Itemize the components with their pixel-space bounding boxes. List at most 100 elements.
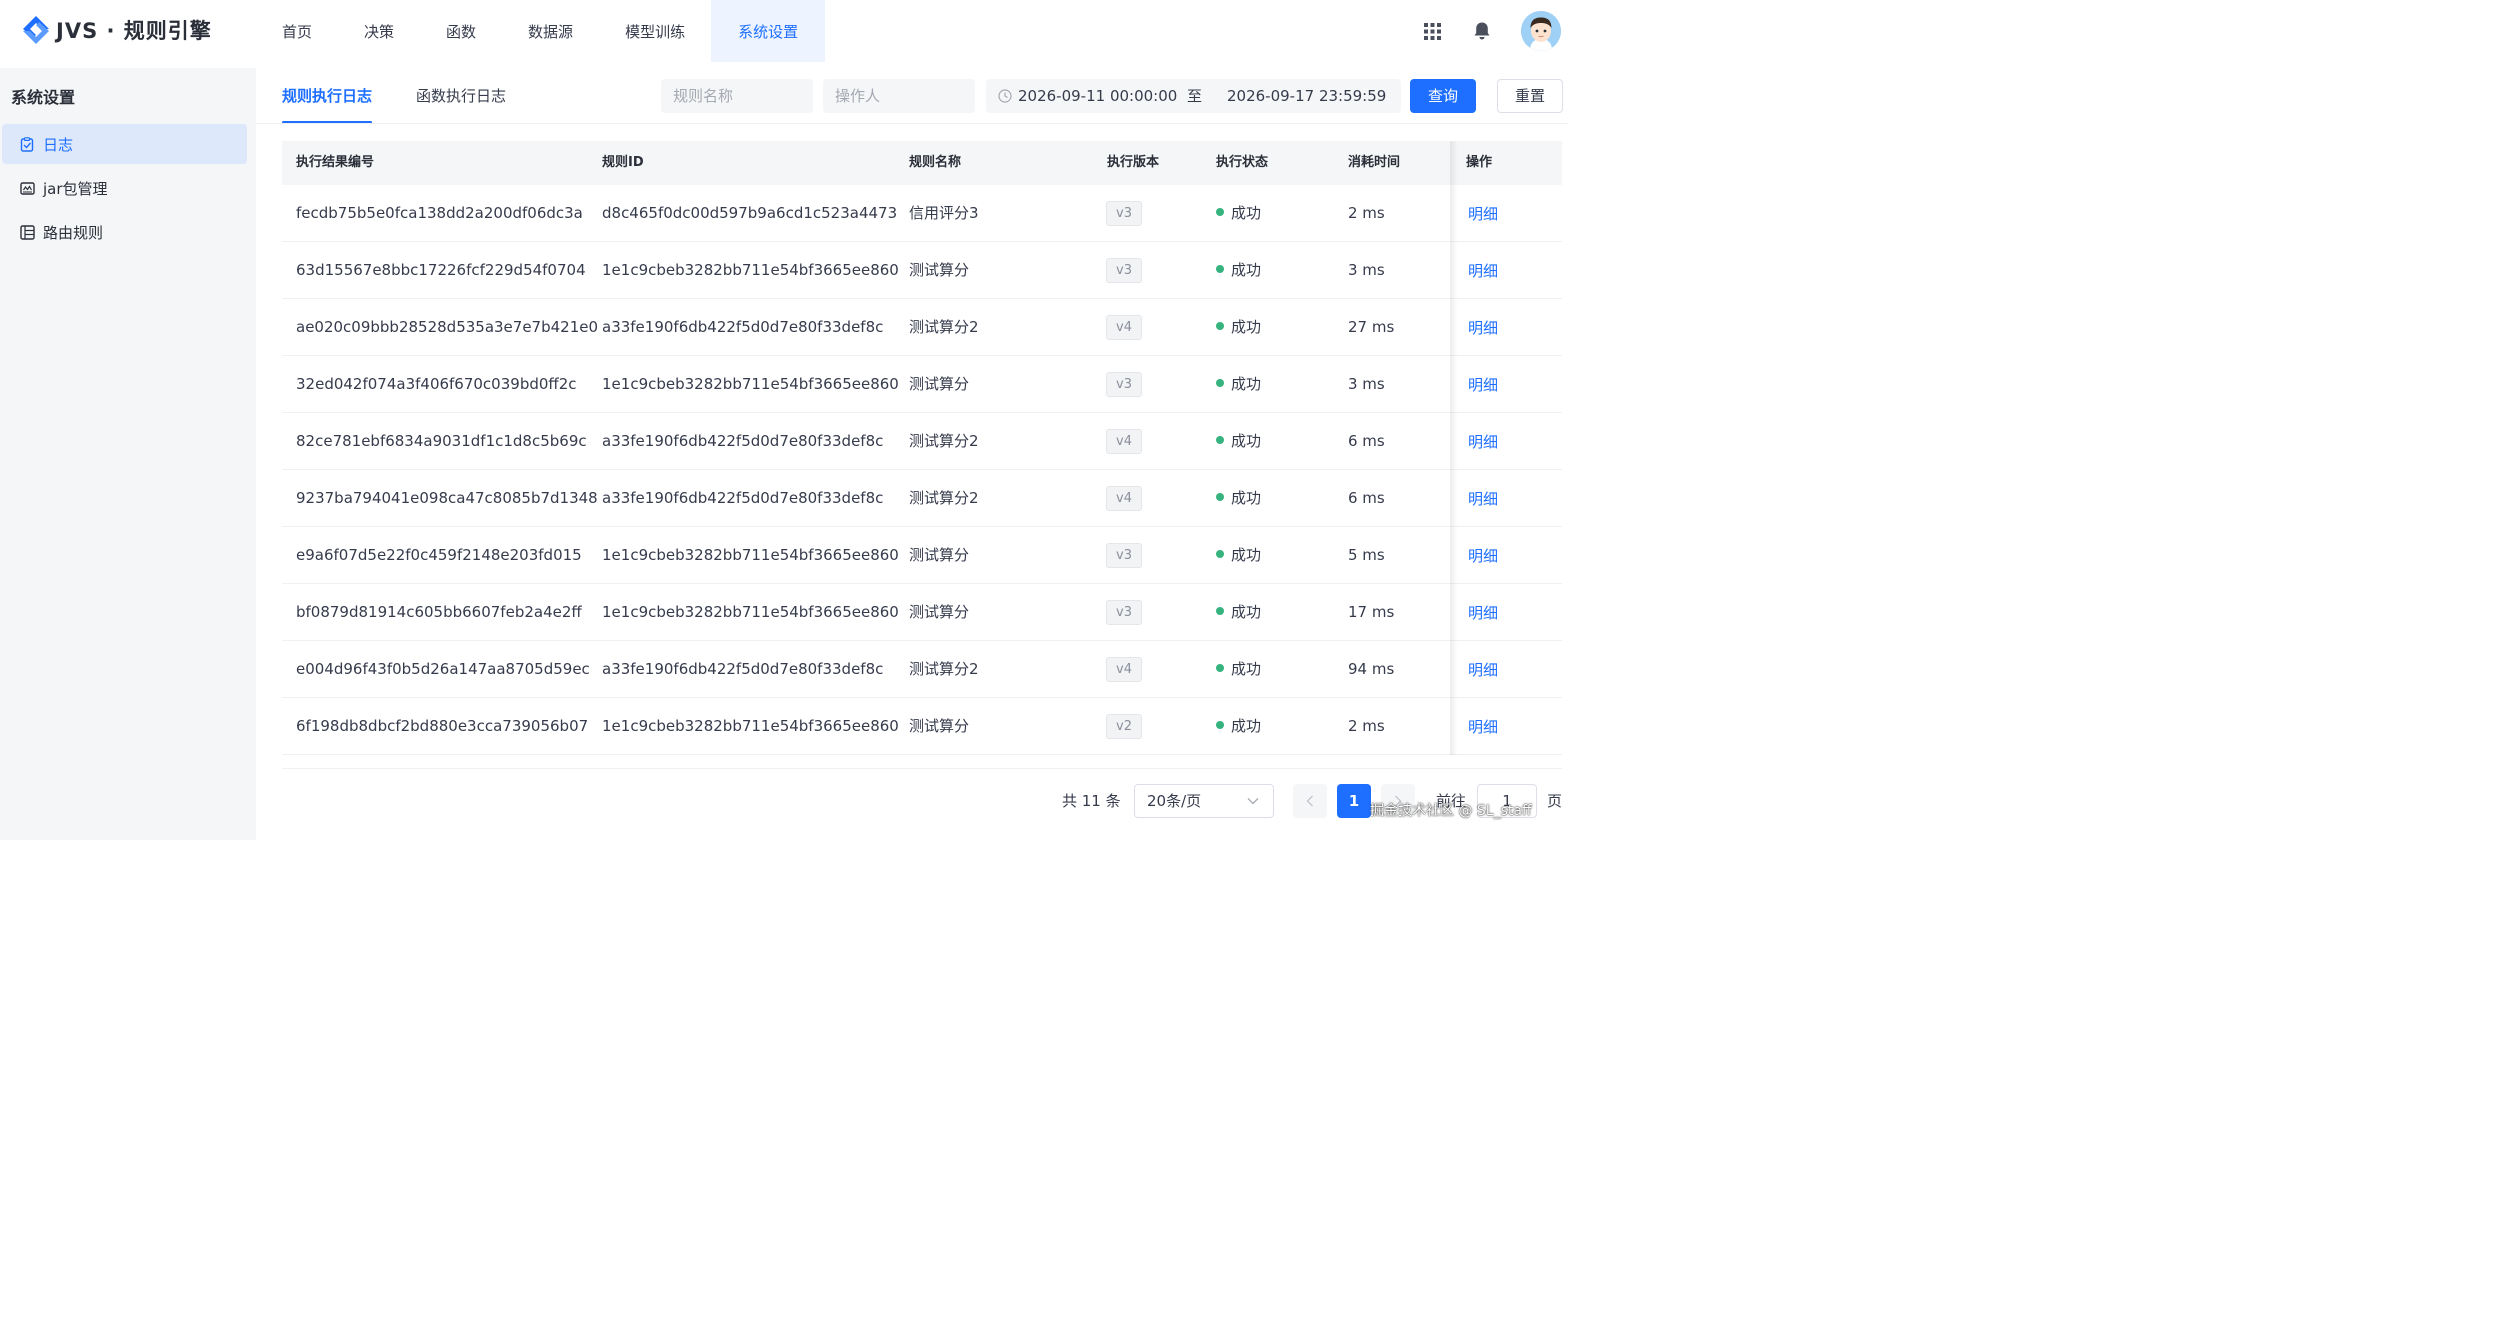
detail-link[interactable]: 明细 [1468,698,1498,754]
date-start[interactable]: 2026-09-11 00:00:00 [1018,79,1177,113]
sidebar-item-route[interactable]: 路由规则 [2,212,247,252]
status-success-dot [1216,322,1224,330]
table-row: 82ce781ebf6834a9031df1c1d8c5b69c a33fe190… [282,413,1562,470]
cell-status: 成功 [1216,698,1261,754]
page-size-select[interactable]: 20条/页 [1134,784,1274,818]
status-text: 成功 [1231,603,1262,621]
detail-link[interactable]: 明细 [1468,584,1498,640]
date-range-picker[interactable]: 2026-09-11 00:00:00 至 2026-09-17 23:59:5… [986,79,1401,113]
logo[interactable]: JVS · 规则引擎 [20,14,212,46]
cell-rule-name: 测试算分 [909,717,970,735]
detail-link[interactable]: 明细 [1468,185,1498,241]
sidebar-item-label: jar包管理 [43,179,108,198]
log-tabs: 规则执行日志 函数执行日志 [282,68,550,124]
sidebar-item-log[interactable]: 日志 [2,124,247,164]
detail-link[interactable]: 明细 [1468,299,1498,355]
cell-cost: 27 ms [1348,318,1395,336]
date-end[interactable]: 2026-09-17 23:59:59 [1227,79,1386,113]
detail-link[interactable]: 明细 [1468,242,1498,298]
cell-cost: 2 ms [1348,204,1385,222]
table-bottom-border [282,768,1562,769]
status-text: 成功 [1231,717,1262,735]
column-header-rule-name: 规则名称 [909,155,962,170]
status-success-dot [1216,721,1224,729]
page-unit-label: 页 [1547,792,1563,810]
detail-link[interactable]: 明细 [1468,356,1498,412]
column-header-status: 执行状态 [1216,155,1269,170]
column-header-action: 操作 [1466,155,1493,170]
top-bar: JVS · 规则引擎 首页 决策 函数 数据源 模型训练 系统设置 [0,0,1568,68]
version-badge: v4 [1106,486,1142,511]
sidebar-title: 系统设置 [11,88,76,107]
main-nav: 首页 决策 函数 数据源 模型训练 系统设置 [256,0,826,62]
cell-result-id: 9237ba794041e098ca47c8085b7d1348 [296,489,598,507]
cell-status: 成功 [1216,413,1261,469]
app-grid-icon[interactable] [1424,23,1441,40]
prev-page-button[interactable] [1293,784,1327,818]
cell-result-id: 6f198db8dbcf2bd880e3cca739056b07 [296,717,589,735]
cell-rule-id: a33fe190f6db422f5d0d7e80f33def8c [602,432,884,450]
route-icon [20,224,35,240]
status-success-dot [1216,208,1224,216]
nav-item-function[interactable]: 函数 [420,0,502,62]
version-badge: v4 [1106,657,1142,682]
column-header-rule-id: 规则ID [602,155,644,170]
status-success-dot [1216,607,1224,615]
cell-status: 成功 [1216,185,1261,241]
sidebar-item-label: 路由规则 [43,223,104,242]
reset-button[interactable]: 重置 [1497,79,1563,113]
cell-cost: 6 ms [1348,489,1385,507]
rule-name-input[interactable]: 规则名称 [661,79,813,113]
nav-item-datasource[interactable]: 数据源 [502,0,599,62]
cell-result-id: fecdb75b5e0fca138dd2a200df06dc3a [296,204,583,222]
chevron-down-icon [1247,798,1259,805]
column-header-result-id: 执行结果编号 [296,155,375,170]
status-text: 成功 [1231,432,1262,450]
column-header-cost: 消耗时间 [1348,155,1401,170]
table-row: e004d96f43f0b5d26a147aa8705d59ec a33fe190… [282,641,1562,698]
version-badge: v3 [1106,372,1142,397]
nav-item-decision[interactable]: 决策 [338,0,420,62]
cell-rule-id: a33fe190f6db422f5d0d7e80f33def8c [602,660,884,678]
cell-result-id: 32ed042f074a3f406f670c039bd0ff2c [296,375,577,393]
sidebar-item-jar[interactable]: jar包管理 [2,168,247,208]
bell-icon[interactable] [1472,21,1492,41]
status-text: 成功 [1231,489,1262,507]
sidebar-item-label: 日志 [43,135,74,154]
table-row: e9a6f07d5e22f0c459f2148e203fd015 1e1c9cbe… [282,527,1562,584]
clock-icon [998,89,1012,103]
chevron-left-icon [1306,795,1313,807]
date-separator: 至 [1187,87,1203,105]
column-header-version: 执行版本 [1107,155,1160,170]
cell-rule-name: 测试算分2 [909,489,979,507]
user-avatar[interactable] [1521,11,1561,51]
version-badge: v4 [1106,315,1142,340]
table-row: 63d15567e8bbc17226fcf229d54f0704 1e1c9cbe… [282,242,1562,299]
query-button[interactable]: 查询 [1410,79,1476,113]
cell-rule-id: 1e1c9cbeb3282bb711e54bf3665ee860 [602,375,899,393]
nav-item-home[interactable]: 首页 [256,0,338,62]
detail-link[interactable]: 明细 [1468,641,1498,697]
status-text: 成功 [1231,375,1262,393]
nav-item-model-training[interactable]: 模型训练 [599,0,711,62]
version-badge: v3 [1106,543,1142,568]
sidebar: 系统设置 日志 jar包管理 路由规则 [0,68,256,840]
version-badge: v3 [1106,600,1142,625]
operator-input[interactable]: 操作人 [823,79,975,113]
tab-function-execution-log[interactable]: 函数执行日志 [416,68,506,124]
logo-text: JVS · 规则引擎 [56,19,212,43]
cell-rule-id: 1e1c9cbeb3282bb711e54bf3665ee860 [602,546,899,564]
detail-link[interactable]: 明细 [1468,527,1498,583]
cell-rule-name: 测试算分2 [909,660,979,678]
detail-link[interactable]: 明细 [1468,470,1498,526]
detail-link[interactable]: 明细 [1468,413,1498,469]
cell-cost: 3 ms [1348,261,1385,279]
tab-rule-execution-log[interactable]: 规则执行日志 [282,68,373,124]
table-row: fecdb75b5e0fca138dd2a200df06dc3a d8c465f0… [282,185,1562,242]
table-row: 32ed042f074a3f406f670c039bd0ff2c 1e1c9cbe… [282,356,1562,413]
nav-item-system-settings[interactable]: 系统设置 [711,0,826,62]
cell-rule-name: 测试算分2 [909,318,979,336]
fixed-column-shadow [1450,141,1458,755]
cell-status: 成功 [1216,527,1261,583]
page-number-1[interactable]: 1 [1337,784,1371,818]
